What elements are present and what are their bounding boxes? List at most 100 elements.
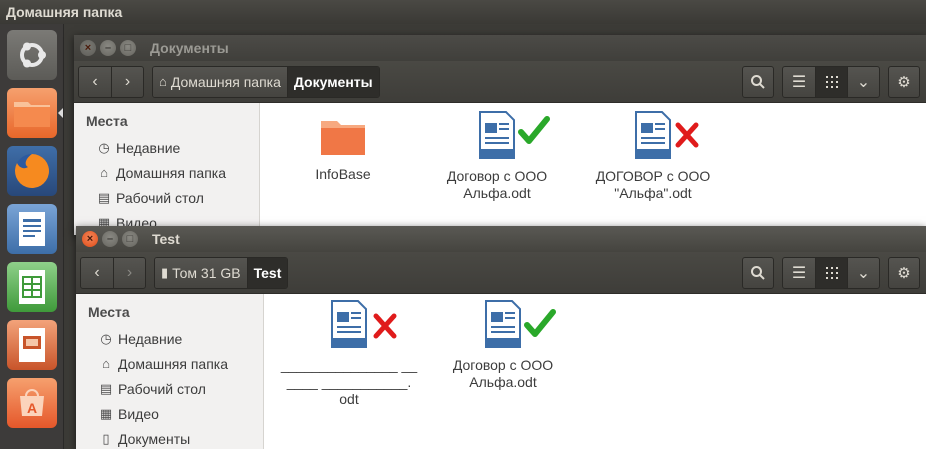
view-options-button[interactable]: ⌄ <box>847 258 879 288</box>
sidebar-item-video[interactable]: ▦ Видео <box>76 401 263 426</box>
window-title: Test <box>152 231 180 247</box>
window-close-button[interactable]: × <box>80 40 96 56</box>
launcher-firefox-button[interactable] <box>7 146 57 196</box>
file-label: _______________ __ ____ ___________. odt <box>274 357 424 408</box>
odt-document-icon <box>632 111 699 164</box>
breadcrumb-test[interactable]: Test <box>246 257 288 288</box>
odt-document-icon <box>476 111 550 164</box>
file-label-line: _______________ __ <box>280 357 418 373</box>
sidebar-item-label: Документы <box>118 430 191 447</box>
launcher-dash-button[interactable] <box>7 30 57 80</box>
settings-button[interactable]: ⚙ <box>888 66 920 98</box>
sidebar: Места ◷ Недавние ⌂ Домашняя папка ▤ Рабочий… <box>76 294 264 449</box>
back-button[interactable]: ‹ <box>79 67 111 97</box>
breadcrumb-volume[interactable]: ▮ Том 31 GB <box>155 257 247 288</box>
folder-icon: ▤ <box>99 380 113 396</box>
sidebar-item-label: Рабочий стол <box>118 380 206 397</box>
sidebar-heading: Места <box>88 304 130 320</box>
settings-button[interactable]: ⚙ <box>888 257 920 289</box>
breadcrumb: ⌂ Домашняя папка Документы <box>152 65 380 98</box>
sidebar-item-desktop[interactable]: ▤ Рабочий стол <box>76 376 263 401</box>
window-titlebar[interactable]: × – □ Test <box>76 226 926 252</box>
sidebar-item-desktop[interactable]: ▤ Рабочий стол <box>74 185 259 210</box>
window-title: Документы <box>150 40 229 56</box>
sidebar-item-recent[interactable]: ◷ Недавние <box>74 135 259 160</box>
sidebar-item-documents[interactable]: ▯ Документы <box>76 426 263 449</box>
search-button[interactable] <box>742 66 774 98</box>
gear-icon: ⚙ <box>897 74 911 91</box>
file-view: InfoBase Договор с ООО Альфа.odt ДОГОВОР… <box>260 103 926 235</box>
launcher: A <box>0 24 64 449</box>
breadcrumb-label: Том 31 GB <box>172 264 241 281</box>
list-icon: ☰ <box>791 265 807 282</box>
folder-app-icon <box>14 102 50 127</box>
grid-view-button[interactable] <box>815 67 847 97</box>
view-options-button[interactable]: ⌄ <box>847 67 879 97</box>
grid-icon <box>825 76 838 88</box>
file-item-contract-ok[interactable]: Договор с ООО Альфа.odt <box>428 300 578 391</box>
home-icon: ⌂ <box>100 165 108 180</box>
sidebar-item-home[interactable]: ⌂ Домашняя папка <box>74 160 259 185</box>
grid-view-button[interactable] <box>815 258 847 288</box>
folder-icon <box>319 115 367 162</box>
back-button[interactable]: ‹ <box>81 258 113 288</box>
window-content: Места ◷ Недавние ⌂ Домашняя папка ▤ Рабочий… <box>76 294 926 449</box>
file-label: InfoBase <box>315 166 371 182</box>
file-label-line: ____ ___________. <box>286 374 412 390</box>
launcher-calc-button[interactable] <box>7 262 57 312</box>
sidebar-item-label: Домашняя папка <box>118 355 229 372</box>
file-item-contract-ok[interactable]: Договор с ООО Альфа.odt <box>422 111 572 202</box>
top-panel-title: Домашняя папка <box>6 4 123 20</box>
launcher-impress-button[interactable] <box>7 320 57 370</box>
test-window[interactable]: × – □ Test ‹ › ▮ Том 31 GB Test ☰ ⌄ ⚙ Ме… <box>76 226 926 449</box>
file-item-infobase[interactable]: InfoBase <box>268 115 418 183</box>
launcher-files-button[interactable] <box>7 88 57 138</box>
forward-button[interactable]: › <box>113 257 145 288</box>
gear-icon: ⚙ <box>897 265 911 282</box>
top-panel: Домашняя папка <box>0 0 926 24</box>
window-maximize-button[interactable]: □ <box>122 231 138 247</box>
sidebar-heading: Места <box>86 113 128 129</box>
film-icon: ▦ <box>99 405 113 421</box>
impress-icon <box>19 328 45 362</box>
window-minimize-button[interactable]: – <box>100 40 116 56</box>
window-titlebar[interactable]: × – □ Документы <box>74 35 926 61</box>
toolbar-right: ☰ ⌄ ⚙ <box>742 257 920 289</box>
breadcrumb-documents[interactable]: Документы <box>286 66 379 97</box>
launcher-software-button[interactable]: A <box>7 378 57 428</box>
file-item-garbled-name[interactable]: _______________ __ ____ ___________. odt <box>274 300 424 408</box>
chevron-left-icon: ‹ <box>94 263 100 281</box>
file-item-contract-bad[interactable]: ДОГОВОР с ООО "Альфа".odt <box>578 111 728 202</box>
list-view-button[interactable]: ☰ <box>783 67 815 97</box>
sidebar-item-home[interactable]: ⌂ Домашняя папка <box>76 351 263 376</box>
toolbar: ‹ › ▮ Том 31 GB Test ☰ ⌄ ⚙ <box>76 252 926 294</box>
window-close-button[interactable]: × <box>82 231 98 247</box>
nav-buttons: ‹ › <box>78 65 144 98</box>
search-icon <box>751 75 765 89</box>
sidebar-item-label: Недавние <box>116 139 181 156</box>
window-maximize-button[interactable]: □ <box>120 40 136 56</box>
file-label: Договор с ООО Альфа.odt <box>452 357 554 390</box>
writer-icon <box>19 212 45 246</box>
list-view-button[interactable]: ☰ <box>783 258 815 288</box>
search-icon <box>751 266 765 280</box>
search-button[interactable] <box>742 257 774 289</box>
usb-drive-icon: ▮ <box>161 264 169 280</box>
ubuntu-logo-icon <box>20 42 46 68</box>
chevron-right-icon: › <box>126 263 133 281</box>
breadcrumb-home[interactable]: ⌂ Домашняя папка <box>153 66 287 97</box>
home-icon: ⌂ <box>102 356 110 371</box>
grid-icon <box>825 267 838 279</box>
cross-icon <box>373 313 397 339</box>
documents-window[interactable]: × – □ Документы ‹ › ⌂ Домашняя папка Док… <box>74 35 926 235</box>
sidebar-item-recent[interactable]: ◷ Недавние <box>76 326 263 351</box>
forward-button[interactable]: › <box>111 66 143 97</box>
sidebar-item-label: Рабочий стол <box>116 189 204 206</box>
cross-icon <box>675 122 699 148</box>
toolbar: ‹ › ⌂ Домашняя папка Документы ☰ ⌄ ⚙ <box>74 61 926 103</box>
chevron-down-icon: ⌄ <box>856 265 871 282</box>
folder-icon: ▤ <box>97 189 111 205</box>
chevron-right-icon: › <box>124 72 131 90</box>
launcher-writer-button[interactable] <box>7 204 57 254</box>
window-minimize-button[interactable]: – <box>102 231 118 247</box>
